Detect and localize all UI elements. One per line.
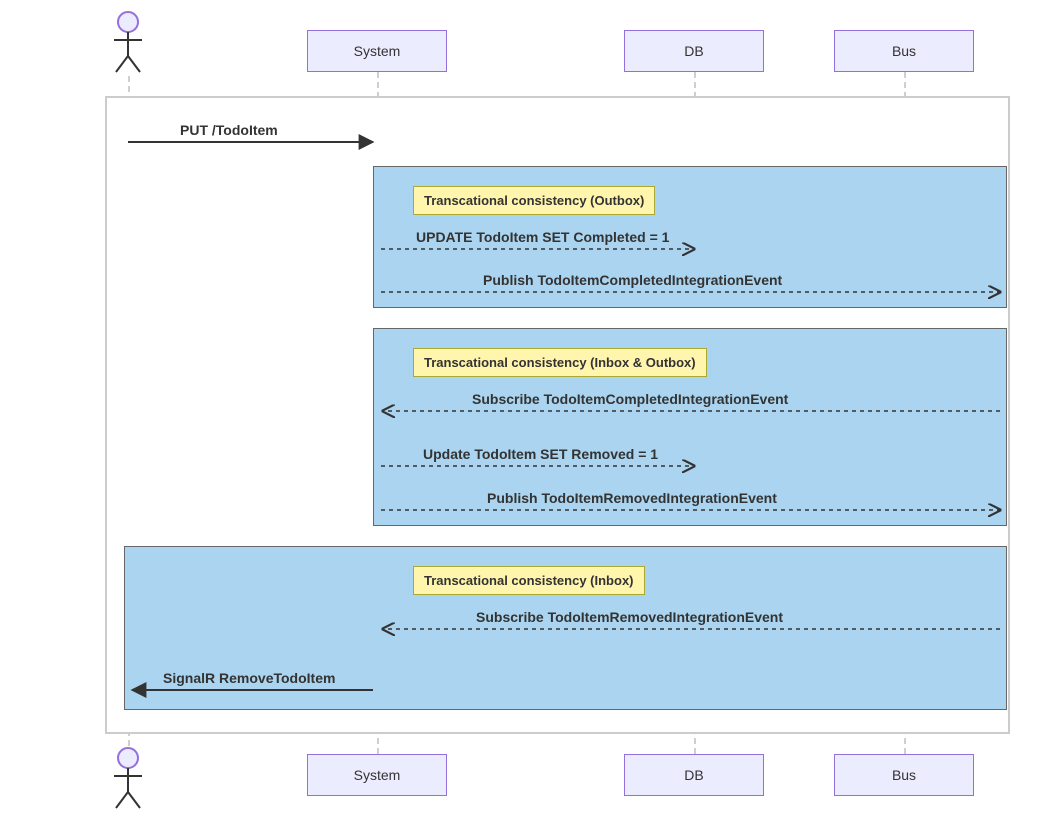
message-publish-removed: Publish TodoItemRemovedIntegrationEvent (487, 490, 777, 506)
note-label: Transcational consistency (Inbox & Outbo… (424, 355, 696, 370)
participant-db-bottom: DB (624, 754, 764, 796)
note-label: Transcational consistency (Outbox) (424, 193, 644, 208)
note-inbox: Transcational consistency (Inbox) (413, 566, 645, 595)
sequence-diagram: System DB Bus System DB Bus Transcati (10, 10, 1030, 806)
participant-bus-top: Bus (834, 30, 974, 72)
participant-label: Bus (892, 767, 916, 783)
participant-system-top: System (307, 30, 447, 72)
message-publish-completed: Publish TodoItemCompletedIntegrationEven… (483, 272, 782, 288)
participant-label: System (354, 767, 401, 783)
participant-label: System (354, 43, 401, 59)
participant-bus-bottom: Bus (834, 754, 974, 796)
participant-label: Bus (892, 43, 916, 59)
message-subscribe-completed: Subscribe TodoItemCompletedIntegrationEv… (472, 391, 788, 407)
participant-system-bottom: System (307, 754, 447, 796)
actor-icon (110, 10, 146, 80)
participant-db-top: DB (624, 30, 764, 72)
note-outbox: Transcational consistency (Outbox) (413, 186, 655, 215)
message-signalr-remove: SignalR RemoveTodoItem (163, 670, 335, 686)
note-label: Transcational consistency (Inbox) (424, 573, 634, 588)
message-put-todoitem: PUT /TodoItem (180, 122, 278, 138)
actor-icon (110, 746, 146, 816)
note-inbox-outbox: Transcational consistency (Inbox & Outbo… (413, 348, 707, 377)
participant-label: DB (684, 43, 703, 59)
message-update-completed: UPDATE TodoItem SET Completed = 1 (416, 229, 669, 245)
message-update-removed: Update TodoItem SET Removed = 1 (423, 446, 658, 462)
message-subscribe-removed: Subscribe TodoItemRemovedIntegrationEven… (476, 609, 783, 625)
participant-label: DB (684, 767, 703, 783)
